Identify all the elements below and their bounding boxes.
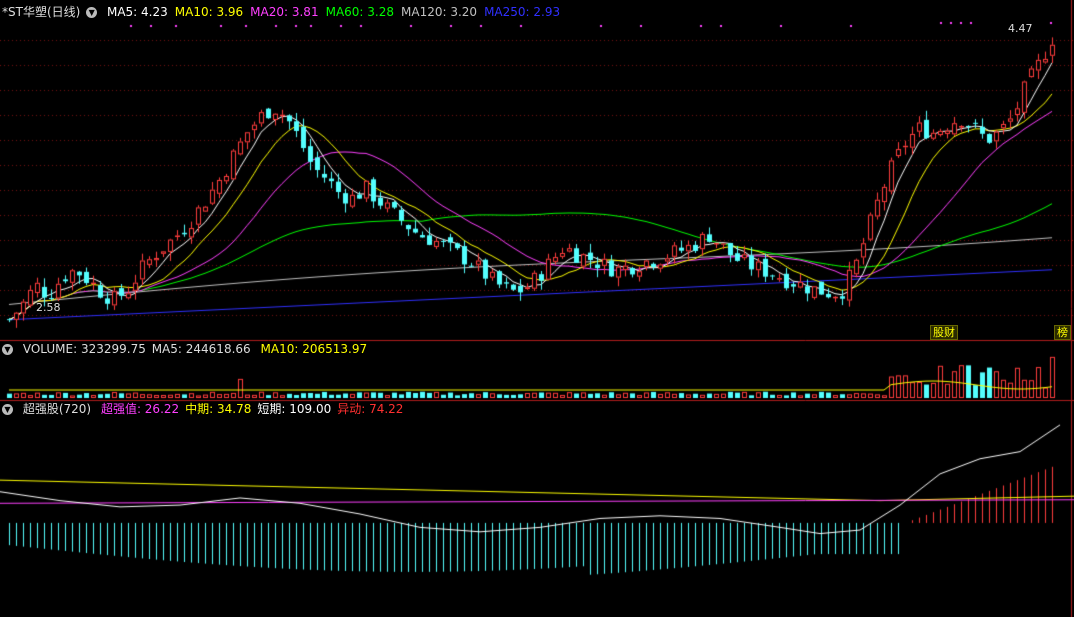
volume-panel-header: ▼ VOLUME: 323299.75 MA5: 244618.66 MA10:… xyxy=(2,341,373,357)
indicator-legend-item: 短期: 109.00 xyxy=(257,402,332,416)
indicator-legend-item: 超强值: 26.22 xyxy=(100,402,180,416)
indicator-panel-header: ▼ 超强股(720) 超强值: 26.22 中期: 34.78 短期: 109.00… xyxy=(2,401,415,417)
ma-legend-item: MA20: 3.81 xyxy=(250,5,319,19)
indicator-legend: 超强值: 26.22 中期: 34.78 短期: 109.00 异动: 74.22 xyxy=(101,402,410,416)
ma-legend-item: MA250: 2.93 xyxy=(484,5,561,19)
chevron-down-icon[interactable]: ▼ xyxy=(2,404,13,415)
ma-legend-item: MA60: 3.28 xyxy=(325,5,395,19)
ma-legend-item: MA5: 4.23 xyxy=(106,5,168,19)
tag-right[interactable]: 榜 xyxy=(1054,325,1071,340)
main-panel-header: *ST华塑(日线) ▼ MA5: 4.23 MA10: 3.96 MA20: 3.8… xyxy=(2,4,573,20)
volume-title: VOLUME: 323299.75 xyxy=(22,342,146,356)
indicator-legend-item: 异动: 74.22 xyxy=(337,402,404,416)
indicator-legend-item: 中期: 34.78 xyxy=(185,402,252,416)
volume-ma10: MA10: 206513.97 xyxy=(260,342,368,356)
tag-left[interactable]: 股财 xyxy=(930,325,958,340)
volume-ma5: MA5: 244618.66 xyxy=(151,342,251,356)
ma-legend-item: MA120: 3.20 xyxy=(401,5,478,19)
low-price-label: 2.58 xyxy=(36,301,61,314)
indicator-title: 超强股(720) xyxy=(22,402,92,416)
chevron-down-icon[interactable]: ▼ xyxy=(86,7,98,18)
stock-title: *ST华塑(日线) xyxy=(2,5,81,19)
stock-chart-canvas[interactable] xyxy=(0,0,1074,617)
ma-legend: MA5: 4.23 MA10: 3.96 MA20: 3.81 MA60: 3.28 M… xyxy=(107,5,567,19)
ma-legend-item: MA10: 3.96 xyxy=(174,5,244,19)
chevron-down-icon[interactable]: ▼ xyxy=(2,344,13,355)
high-price-label: 4.47 xyxy=(1008,22,1033,35)
